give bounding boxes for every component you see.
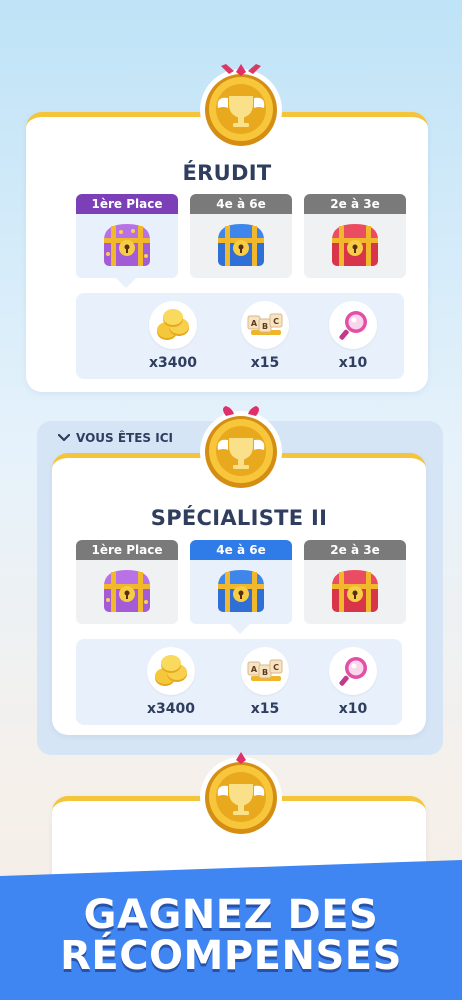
red-chest-icon <box>332 224 378 266</box>
reward-letters: A B C x15 <box>230 647 300 717</box>
magnifier-icon <box>339 657 367 686</box>
place-label: 4e à 6e <box>190 194 292 214</box>
promo-headline-line1: GAGNEZ DES <box>83 892 379 938</box>
magnifier-icon <box>339 311 367 340</box>
tier-title: SPÉCIALISTE II <box>150 506 328 530</box>
trophy-badge-icon <box>200 64 282 151</box>
reward-magnifier: x10 <box>318 647 388 717</box>
blue-chest-icon <box>218 570 264 612</box>
letter-tiles-icon: A B C <box>247 659 283 681</box>
purple-chest-icon <box>104 570 150 612</box>
chevron-down-icon <box>58 434 70 442</box>
reward-coins: x3400 <box>138 301 208 371</box>
place-fourth-sixth[interactable]: 4e à 6e <box>190 540 292 634</box>
reward-quantity: x3400 <box>149 355 197 371</box>
svg-text:C: C <box>273 663 279 672</box>
you-are-here-label[interactable]: VOUS ÊTES ICI <box>58 431 173 445</box>
reward-quantity: x10 <box>338 701 368 717</box>
reward-coins: x3400 <box>136 647 206 717</box>
place-row: 1ère Place 4e à 6e 2e à 3e <box>76 194 406 288</box>
place-second-third[interactable]: 2e à 3e <box>304 540 406 624</box>
place-label: 1ère Place <box>76 194 178 214</box>
reward-quantity: x3400 <box>147 701 195 717</box>
place-label: 4e à 6e <box>190 540 292 560</box>
place-label: 1ère Place <box>76 540 178 560</box>
reward-quantity: x15 <box>250 701 280 717</box>
place-second-third[interactable]: 2e à 3e <box>304 194 406 278</box>
svg-text:C: C <box>273 317 279 326</box>
place-row: 1ère Place 4e à 6e 2e à 3e <box>76 540 406 634</box>
place-first[interactable]: 1ère Place <box>76 540 178 624</box>
place-first[interactable]: 1ère Place <box>76 194 178 288</box>
reward-magnifier: x10 <box>318 301 388 371</box>
you-are-here-text: VOUS ÊTES ICI <box>76 431 173 445</box>
trophy-badge-icon <box>200 406 282 493</box>
letter-tiles-icon: A B C <box>247 313 283 335</box>
tier-card-specialiste: SPÉCIALISTE II 1ère Place 4e à 6e 2e à 3… <box>52 453 426 735</box>
svg-text:B: B <box>262 668 268 677</box>
svg-text:A: A <box>251 319 258 328</box>
trophy-badge-icon <box>200 752 282 839</box>
purple-chest-icon <box>104 224 150 266</box>
tier-title: ÉRUDIT <box>182 161 272 185</box>
tier-card-erudit: ÉRUDIT 1ère Place 4e à 6e 2e à 3e x3400 … <box>26 112 428 392</box>
place-label: 2e à 3e <box>304 540 406 560</box>
blue-chest-icon <box>218 224 264 266</box>
place-fourth-sixth[interactable]: 4e à 6e <box>190 194 292 278</box>
reward-quantity: x10 <box>338 355 368 371</box>
svg-text:B: B <box>262 322 268 331</box>
reward-panel: x3400 A B C x15 x10 <box>76 639 402 725</box>
coins-icon <box>157 309 189 340</box>
svg-text:A: A <box>251 665 258 674</box>
promo-headline-line2: RÉCOMPENSES <box>60 933 402 979</box>
red-chest-icon <box>332 570 378 612</box>
reward-quantity: x15 <box>250 355 280 371</box>
coins-icon <box>155 655 187 686</box>
reward-panel: x3400 A B C x15 x10 <box>76 293 404 379</box>
reward-letters: A B C x15 <box>230 301 300 371</box>
place-label: 2e à 3e <box>304 194 406 214</box>
